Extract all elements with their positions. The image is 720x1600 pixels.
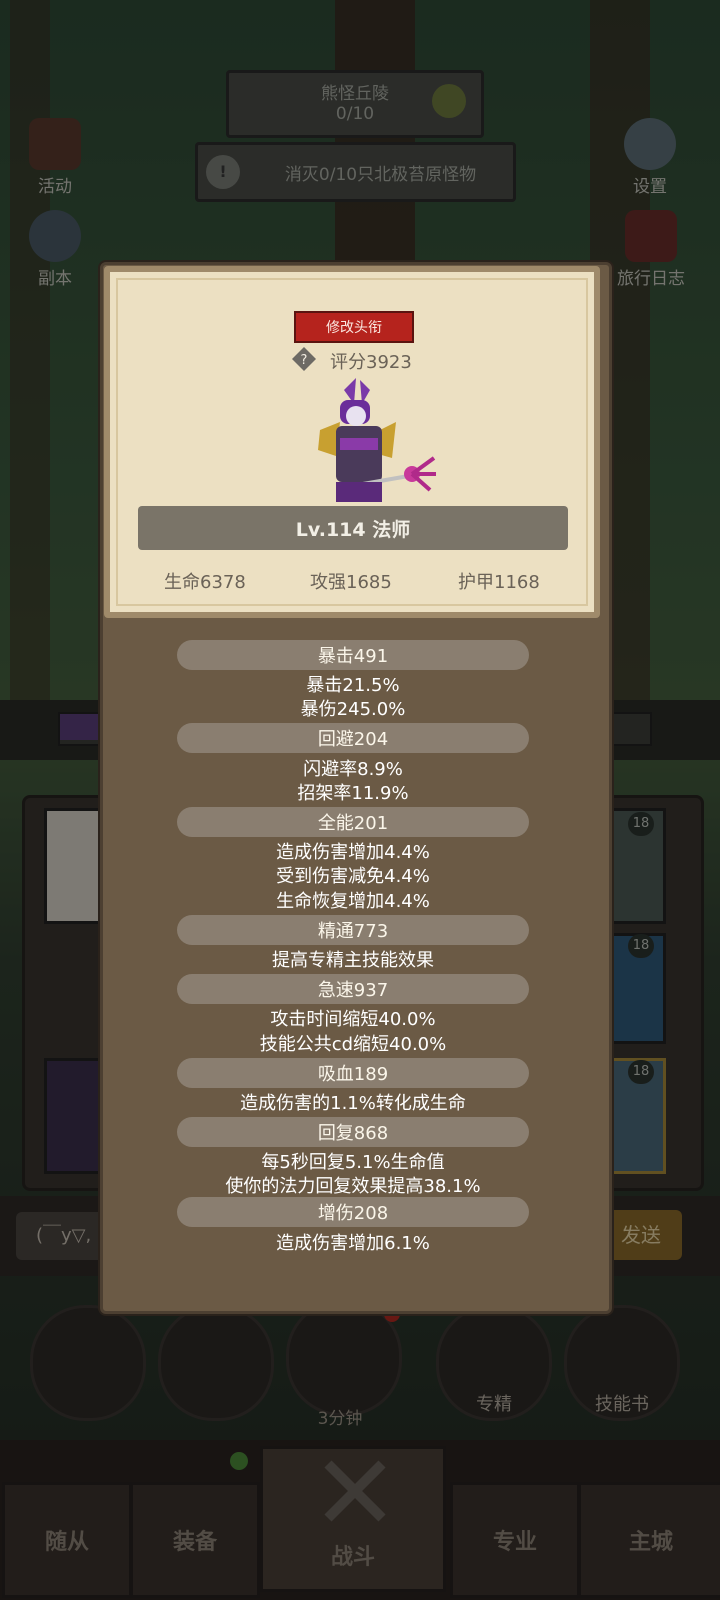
stat-line: 造成伤害增加4.4%: [276, 842, 430, 863]
stat-line: 使你的法力回复效果提高38.1%: [225, 1176, 481, 1197]
stat-line: 暴击21.5%: [306, 675, 400, 696]
stat-line: 暴伤245.0%: [300, 699, 406, 720]
stat-line: 生命恢复增加4.4%: [276, 891, 430, 912]
stat-line: 每5秒回复5.1%生命值: [261, 1152, 445, 1173]
attack-stat: 攻强1685: [310, 572, 392, 593]
hp-stat: 生命6378: [164, 572, 246, 593]
score-text: 评分3923: [330, 352, 412, 373]
stat-line: 提高专精主技能效果: [272, 950, 434, 971]
stat-header-versatility: 全能201: [177, 807, 529, 837]
stat-header-damage-bonus: 增伤208: [177, 1197, 529, 1227]
stat-header-mastery: 精通773: [177, 915, 529, 945]
stat-header-leech: 吸血189: [177, 1058, 529, 1088]
stat-line: 造成伤害增加6.1%: [276, 1233, 430, 1254]
question-icon[interactable]: ?: [292, 347, 316, 371]
stat-line: 攻击时间缩短40.0%: [270, 1009, 436, 1030]
stat-header-regen: 回复868: [177, 1117, 529, 1147]
stat-line: 技能公共cd缩短40.0%: [259, 1034, 447, 1055]
stat-line: 闪避率8.9%: [303, 759, 403, 780]
stat-header-avoid: 回避204: [177, 723, 529, 753]
stat-header-haste: 急速937: [177, 974, 529, 1004]
stat-line: 造成伤害的1.1%转化成生命: [240, 1093, 466, 1114]
level-class-bar: Lv.114 法师: [138, 506, 568, 550]
armor-stat: 护甲1168: [458, 572, 540, 593]
change-title-button[interactable]: 修改头衔: [294, 311, 414, 343]
mage-character-sprite: [300, 378, 440, 506]
stat-header-crit: 暴击491: [177, 640, 529, 670]
stat-line: 受到伤害减免4.4%: [276, 866, 430, 887]
svg-text:?: ?: [301, 353, 308, 368]
stat-line: 招架率11.9%: [297, 783, 409, 804]
